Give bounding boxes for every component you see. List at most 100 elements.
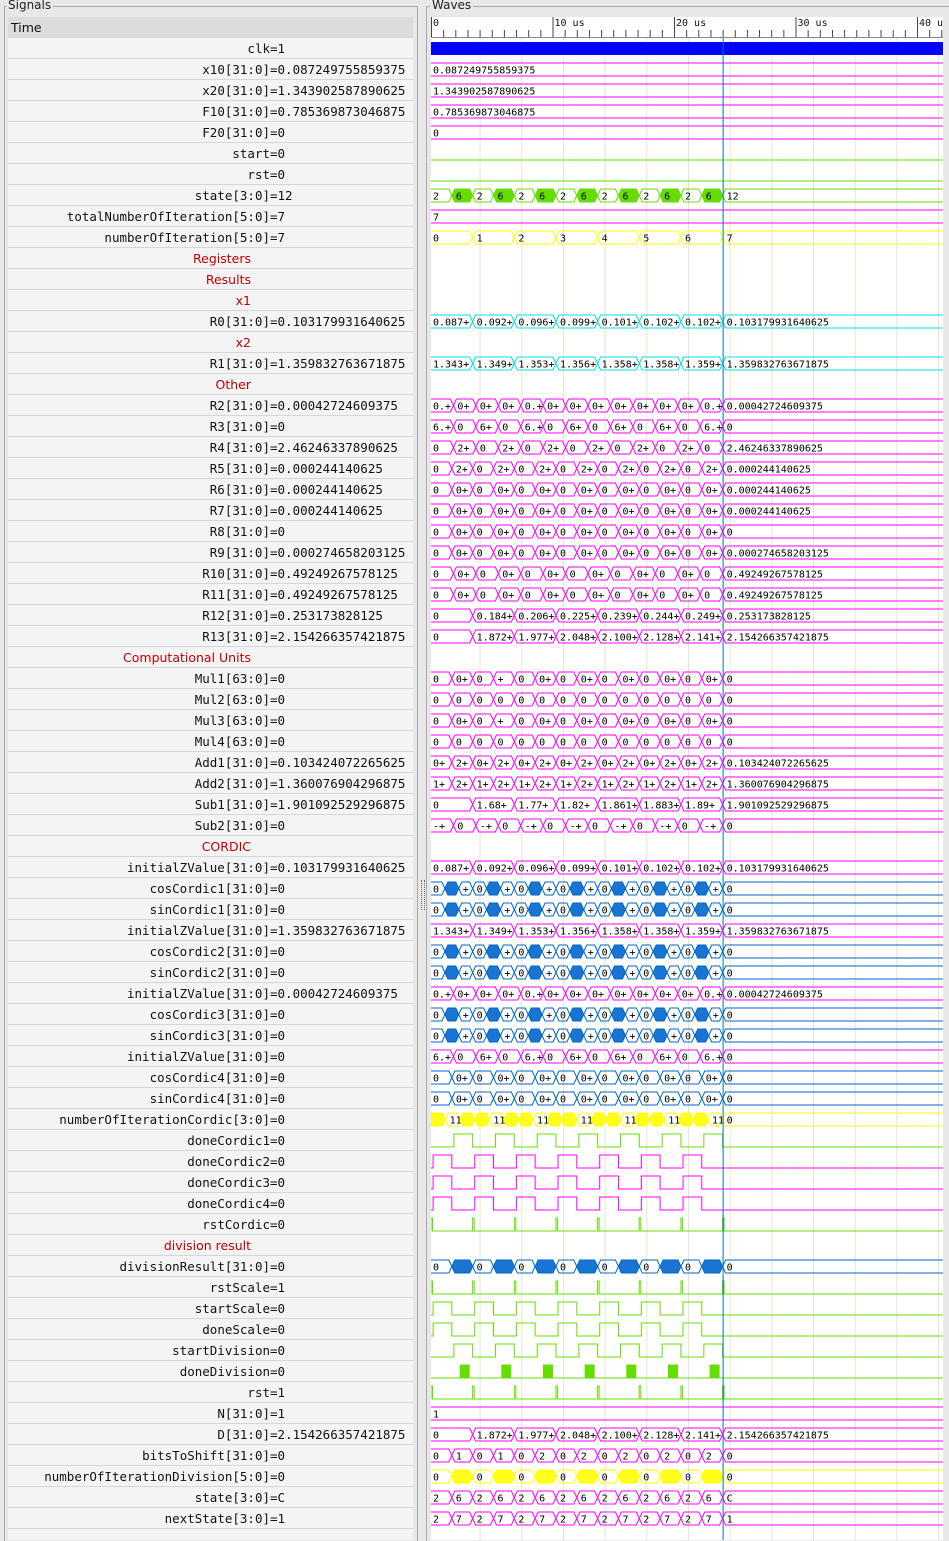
splitter-grip-icon[interactable]: [421, 880, 425, 910]
signal-row[interactable]: startScale =0: [8, 1298, 413, 1319]
bus-value-label: +: [504, 948, 510, 959]
signal-row[interactable]: doneScale =0: [8, 1319, 413, 1340]
signal-row[interactable]: cosCordic3[31:0] =0: [8, 1004, 413, 1025]
signal-row[interactable]: cosCordic2[31:0] =0: [8, 941, 413, 962]
signal-row[interactable]: R11[31:0] =0.49249267578125: [8, 584, 413, 605]
bus-value-label: 0: [602, 885, 608, 896]
signal-row[interactable]: divisionResult[31:0] =0: [8, 1256, 413, 1277]
signal-name: start: [232, 146, 270, 161]
signal-row[interactable]: rst =0: [8, 164, 413, 185]
signal-row[interactable]: R7[31:0] =0.000244140625: [8, 500, 413, 521]
bus-value-label: 0: [659, 591, 665, 602]
signal-name: sinCordic3[31:0]: [149, 1028, 270, 1043]
signal-group-row[interactable]: x1: [8, 290, 413, 311]
signals-list[interactable]: Time clk =1 x10[31:0] =0.087249755859375 x20…: [8, 17, 413, 1540]
signal-row[interactable]: numberOfIterationDivision[5:0] =0: [8, 1466, 413, 1487]
bus-value-label: 0: [525, 591, 531, 602]
signal-row[interactable]: state[3:0] =C: [8, 1487, 413, 1508]
signal-row[interactable]: Sub2[31:0] =0: [8, 815, 413, 836]
signal-row[interactable]: Add1[31:0] =0.103424072265625: [8, 752, 413, 773]
bus-value-label: 2+: [706, 465, 718, 476]
signal-row[interactable]: F10[31:0] =0.785369873046875: [8, 101, 413, 122]
signal-row[interactable]: totalNumberOfIteration[5:0] =7: [8, 206, 413, 227]
signal-row[interactable]: doneDivision =0: [8, 1361, 413, 1382]
signal-row[interactable]: nextState[3:0] =1: [8, 1508, 413, 1529]
signal-row[interactable]: D[31:0] =2.154266357421875: [8, 1424, 413, 1445]
signal-row[interactable]: sinCordic4[31:0] =0: [8, 1088, 413, 1109]
bus-segment: [617, 1469, 640, 1484]
bus-value-label: 0: [685, 885, 691, 896]
signal-row[interactable]: R4[31:0] =2.46246337890625: [8, 437, 413, 458]
bus-segment: [444, 1007, 460, 1022]
signal-row[interactable]: R3[31:0] =0: [8, 416, 413, 437]
bus-value-label: 2.048+: [560, 633, 596, 644]
signal-row[interactable]: state[3:0] =12: [8, 185, 413, 206]
signal-row[interactable]: rstScale =1: [8, 1277, 413, 1298]
signal-row[interactable]: x10[31:0] =0.087249755859375: [8, 59, 413, 80]
signal-group-row[interactable]: Registers: [8, 248, 413, 269]
signal-group-row[interactable]: Other: [8, 374, 413, 395]
panel-splitter[interactable]: [419, 0, 425, 1540]
signal-row[interactable]: R12[31:0] =0.253173828125: [8, 605, 413, 626]
waveform-svg[interactable]: 0 10 us 20 us 30 us 40 us 0.087249755859375 1.…: [431, 17, 943, 1540]
signal-group-row[interactable]: division result: [8, 1235, 413, 1256]
bus-value-label: 0+: [456, 1095, 468, 1106]
signal-row[interactable]: doneCordic1 =0: [8, 1130, 413, 1151]
signal-row[interactable]: R10[31:0] =0.49249267578125: [8, 563, 413, 584]
signal-row[interactable]: Mul2[63:0] =0: [8, 689, 413, 710]
signal-row[interactable]: Mul4[63:0] =0: [8, 731, 413, 752]
signal-group-row[interactable]: Computational Units: [8, 647, 413, 668]
signal-row[interactable]: Sub1[31:0] =1.901092529296875: [8, 794, 413, 815]
signal-row[interactable]: R0[31:0] =0.103179931640625: [8, 311, 413, 332]
signal-row[interactable]: startDivision =0: [8, 1340, 413, 1361]
signal-row[interactable]: bitsToShift[31:0] =0: [8, 1445, 413, 1466]
signal-row[interactable]: R13[31:0] =2.154266357421875: [8, 626, 413, 647]
signal-row[interactable]: R9[31:0] =0.000274658203125: [8, 542, 413, 563]
bus-value-label: 2+: [592, 444, 604, 455]
signal-row[interactable]: R8[31:0] =0: [8, 521, 413, 542]
signal-row[interactable]: rst =1: [8, 1382, 413, 1403]
bus-value-label: 0: [502, 822, 508, 833]
signal-row[interactable]: initialZValue[31:0] =0.00042724609375: [8, 983, 413, 1004]
bus-value-label: 0+: [502, 990, 514, 1001]
signal-row[interactable]: numberOfIteration[5:0] =7: [8, 227, 413, 248]
signal-row[interactable]: sinCordic2[31:0] =0: [8, 962, 413, 983]
signal-row[interactable]: cosCordic1[31:0] =0: [8, 878, 413, 899]
bus-value-label: 0+: [685, 759, 697, 770]
signal-row[interactable]: Mul3[63:0] =0: [8, 710, 413, 731]
signal-row[interactable]: sinCordic1[31:0] =0: [8, 899, 413, 920]
signal-row[interactable]: F20[31:0] =0: [8, 122, 413, 143]
signal-row[interactable]: R1[31:0] =1.359832763671875: [8, 353, 413, 374]
signal-row[interactable]: doneCordic2 =0: [8, 1151, 413, 1172]
bus-value-label: 6+: [659, 423, 671, 434]
signal-row[interactable]: N[31:0] =1: [8, 1403, 413, 1424]
signal-name: bitsToShift[31:0]: [142, 1448, 270, 1463]
bus-segment: [527, 881, 543, 896]
waves-canvas[interactable]: 0 10 us 20 us 30 us 40 us 0.087249755859375 1.…: [431, 17, 943, 1540]
signal-row[interactable]: x20[31:0] =1.343902587890625: [8, 80, 413, 101]
signal-row[interactable]: clk =1: [8, 38, 413, 59]
signal-row[interactable]: initialZValue[31:0] =1.359832763671875: [8, 920, 413, 941]
signal-value: =0: [270, 1364, 286, 1379]
signal-group-row[interactable]: x2: [8, 332, 413, 353]
signal-row[interactable]: cosCordic4[31:0] =0: [8, 1067, 413, 1088]
signal-name: Mul1[63:0]: [194, 671, 270, 686]
signal-group-row[interactable]: Results: [8, 269, 413, 290]
signal-row[interactable]: doneCordic3 =0: [8, 1172, 413, 1193]
signal-row[interactable]: Mul1[63:0] =0: [8, 668, 413, 689]
signal-row[interactable]: initialZValue[31:0] =0.103179931640625: [8, 857, 413, 878]
signal-row[interactable]: doneCordic4 =0: [8, 1193, 413, 1214]
signal-row[interactable]: initialZValue[31:0] =0: [8, 1046, 413, 1067]
bit-wave: [431, 1154, 943, 1169]
signal-row[interactable]: R5[31:0] =0.000244140625: [8, 458, 413, 479]
signal-group-row[interactable]: CORDIC: [8, 836, 413, 857]
signal-row[interactable]: R2[31:0] =0.00042724609375: [8, 395, 413, 416]
signal-row[interactable]: sinCordic3[31:0] =0: [8, 1025, 413, 1046]
bus-value-label: 6+: [480, 423, 492, 434]
bus-value-label: 11: [668, 1116, 680, 1127]
signal-row[interactable]: rstCordic =0: [8, 1214, 413, 1235]
signal-row[interactable]: start =0: [8, 143, 413, 164]
signal-row[interactable]: numberOfIterationCordic[3:0] =0: [8, 1109, 413, 1130]
signal-row[interactable]: Add2[31:0] =1.360076904296875: [8, 773, 413, 794]
signal-row[interactable]: R6[31:0] =0.000244140625: [8, 479, 413, 500]
